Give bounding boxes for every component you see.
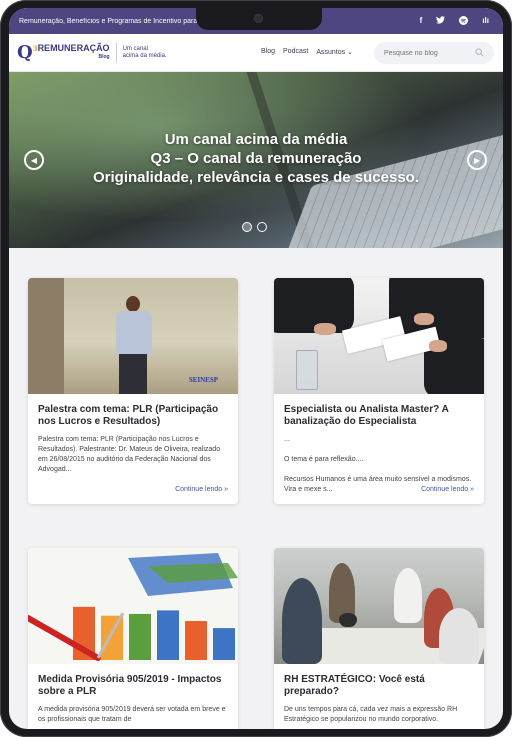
nav-assuntos[interactable]: Assuntos ⌄: [316, 48, 353, 56]
image-caption: SEINESP: [188, 376, 218, 384]
post-image[interactable]: SEINESP: [28, 278, 238, 394]
hero-headline: Um canal acima da média Q3 – O canal da …: [9, 130, 503, 187]
social-links: f ılı: [420, 15, 489, 27]
site-header: Q3 REMUNERAÇÃO Blog Um canal acima da médi…: [9, 34, 503, 72]
slider-dots: [242, 222, 267, 232]
camera-notch: [196, 8, 322, 30]
slider-next-button[interactable]: ▶: [467, 150, 487, 170]
speaker-figure: [108, 296, 158, 394]
main-nav: Blog Podcast Assuntos ⌄: [261, 48, 353, 56]
continue-reading-link[interactable]: Continue lendo »: [421, 486, 474, 493]
screen: Remuneração, Benefícios e Programas de I…: [9, 8, 503, 729]
camera-icon: [254, 14, 263, 23]
post-title[interactable]: RH ESTRATÉGICO: Você está preparado?: [274, 664, 484, 698]
chart-bar: [157, 610, 179, 660]
continue-reading-link[interactable]: Continue lendo »: [175, 486, 228, 493]
bar-chart: [28, 553, 238, 661]
post-card[interactable]: SEINESP Palestra com tema: PLR (Particip…: [28, 278, 238, 504]
hero-line-1: Um canal acima da média: [164, 131, 348, 148]
post-image[interactable]: [274, 278, 484, 394]
logo-brand: REMUNERAÇÃO Blog: [37, 42, 110, 60]
slider-prev-button[interactable]: ◀: [24, 150, 44, 170]
post-title[interactable]: Medida Provisória 905/2019 - Impactos so…: [28, 664, 238, 698]
post-title[interactable]: Palestra com tema: PLR (Participação nos…: [28, 394, 238, 428]
chart-bar: [129, 613, 151, 660]
post-image[interactable]: [274, 548, 484, 664]
post-excerpt: De uns tempos para cá, cada vez mais a e…: [284, 706, 458, 723]
soundcloud-icon[interactable]: ılı: [482, 16, 489, 27]
logo-subtitle: Um canal acima da média.: [122, 45, 167, 59]
post-card[interactable]: Medida Provisória 905/2019 - Impactos so…: [28, 548, 238, 729]
post-image[interactable]: [28, 548, 238, 664]
post-excerpt: Palestra com tema: PLR (Participação nos…: [38, 436, 221, 473]
slider-dot-2[interactable]: [257, 222, 267, 232]
post-title[interactable]: Especialista ou Analista Master? A banal…: [274, 394, 484, 428]
logo-divider: [115, 42, 117, 63]
chart-bar: [213, 628, 235, 660]
hero-line-2: Q3 – O canal da remuneração: [150, 150, 362, 167]
twitter-icon[interactable]: [436, 15, 446, 27]
post-excerpt: A medida provisória 905/2019 deverá ser …: [38, 706, 226, 723]
site-logo[interactable]: Q3 REMUNERAÇÃO Blog Um canal acima da médi…: [17, 42, 167, 63]
post-card[interactable]: RH ESTRATÉGICO: Você está preparado? De …: [274, 548, 484, 729]
search-box: [374, 42, 494, 64]
logo-q: Q3: [17, 42, 38, 63]
nav-podcast[interactable]: Podcast: [283, 48, 308, 56]
tablet-frame: Remuneração, Benefícios e Programas de I…: [0, 0, 512, 737]
chart-bar: [185, 621, 207, 660]
search-icon[interactable]: [475, 47, 484, 59]
search-input[interactable]: [384, 49, 464, 57]
hero-line-3: Originalidade, relevância e cases de suc…: [92, 169, 419, 186]
spotify-icon[interactable]: [459, 15, 469, 27]
slider-dot-1[interactable]: [242, 222, 252, 232]
post-excerpt: ... O tema é para reflexão.... Recursos …: [284, 436, 472, 493]
top-bar-tagline: Remuneração, Benefícios e Programas de I…: [19, 17, 198, 25]
nav-blog[interactable]: Blog: [261, 48, 275, 56]
hero-slider: Um canal acima da média Q3 – O canal da …: [9, 72, 503, 248]
facebook-icon[interactable]: f: [420, 16, 423, 27]
chart-bar: [101, 615, 123, 660]
post-card[interactable]: Especialista ou Analista Master? A banal…: [274, 278, 484, 504]
